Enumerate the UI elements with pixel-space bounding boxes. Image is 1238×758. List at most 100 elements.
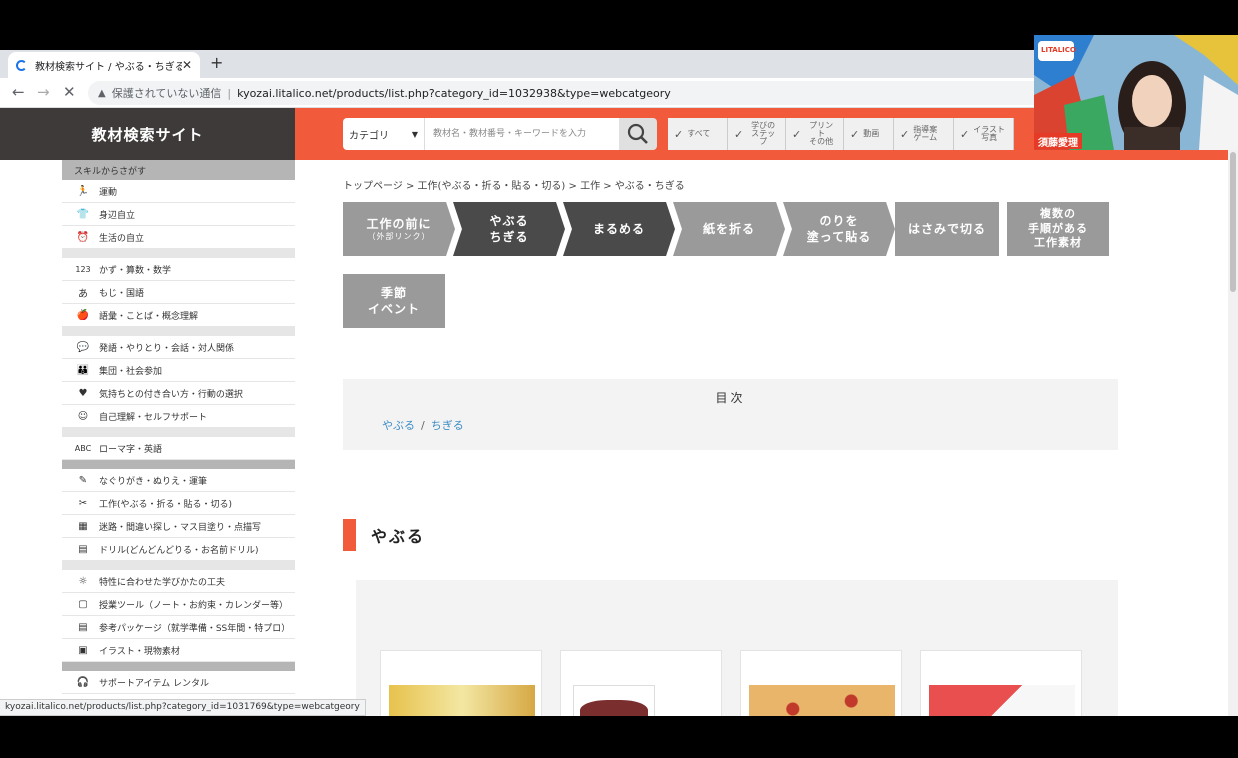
stop-loading-icon[interactable]: ✕	[63, 83, 76, 101]
breadcrumb[interactable]: トップページ > 工作(やぶる・折る・貼る・切る) > 工作 > やぶる・ちぎる	[343, 177, 685, 192]
category-icon: 💬	[76, 341, 90, 353]
step-sublabel: ちぎる	[489, 230, 529, 244]
step-button[interactable]: 工作の前に （外部リンク）	[343, 202, 455, 256]
sidebar-item[interactable]: ABC ローマ字・英語	[62, 437, 295, 460]
card-thumbnail	[929, 685, 1075, 716]
sidebar-item-label: 参考パッケージ（就学準備・SS年間・特プロ）	[99, 623, 291, 634]
sidebar-item-label: もじ・国語	[99, 288, 145, 299]
site-logo[interactable]: 教材検索サイト	[0, 108, 295, 160]
filter-option[interactable]: ✓ 動画	[844, 118, 894, 150]
sidebar-divider	[62, 460, 295, 469]
sidebar-divider	[62, 327, 295, 336]
sidebar-item[interactable]: ▣ イラスト・現物素材	[62, 639, 295, 662]
category-select-label: カテゴリ	[349, 130, 389, 142]
sidebar-item[interactable]: ✎ なぐりがき・ぬりえ・運筆	[62, 469, 295, 492]
filter-label: イラスト 写真	[973, 125, 1006, 142]
category-icon: ✎	[78, 474, 88, 486]
card-thumbnail	[389, 685, 535, 716]
sidebar-item[interactable]: あもじ・国語	[62, 281, 295, 304]
sidebar-item[interactable]: 💬 発語・やりとり・会話・対人関係	[62, 336, 295, 359]
search-button[interactable]	[619, 118, 657, 150]
category-icon: ▢	[78, 598, 88, 610]
tab-close-icon[interactable]: ✕	[182, 58, 192, 72]
step-label: のりを	[819, 213, 859, 228]
sidebar-item[interactable]: ▤ ドリル(どんどんどりる・お名前ドリル)	[62, 538, 295, 561]
search-input[interactable]	[425, 118, 619, 150]
sidebar-item-label: 自己理解・セルフサポート	[99, 412, 208, 423]
sidebar-item-label: ドリル(どんどんどりる・お名前ドリル)	[99, 545, 259, 556]
sidebar-item[interactable]: ⏰ 生活の自立	[62, 226, 295, 249]
scrollbar-thumb[interactable]	[1230, 152, 1236, 292]
forward-arrow-icon[interactable]: →	[37, 83, 50, 101]
filter-bar: ✓ すべて ✓ 学びの ステップ ✓ プリント その他 ✓ 動画 ✓ 指導案 ゲーム ✓ イラスト 写…	[668, 118, 1014, 150]
step-button[interactable]: まるめる	[563, 202, 675, 256]
sidebar-item-label: 特性に合わせた学びかたの工夫	[99, 577, 226, 588]
check-icon: ✓	[960, 127, 970, 141]
browser-tab[interactable]: 教材検索サイト / やぶる・ちぎる ✕	[8, 52, 200, 78]
webcam-logo: LITALICO	[1041, 46, 1076, 54]
sidebar-divider	[62, 428, 295, 437]
step-button[interactable]: 複数の 手順がある 工作素材	[1007, 202, 1109, 256]
sidebar-item[interactable]: ☺ 自己理解・セルフサポート	[62, 405, 295, 428]
step-button[interactable]: やぶる ちぎる	[453, 202, 565, 256]
material-card[interactable]	[920, 650, 1082, 716]
sidebar-item[interactable]: 👕 身辺自立	[62, 203, 295, 226]
tab-title: 教材検索サイト / やぶる・ちぎる	[35, 61, 182, 73]
sidebar-item-label: サポートアイテム レンタル	[99, 678, 209, 689]
filter-label: 学びの ステップ	[751, 121, 776, 146]
website: 教材検索サイト カテゴリ ▼ ✓すべて✓学びの ステップ✓プリント その他✓動画…	[0, 108, 1228, 716]
new-tab-icon[interactable]: +	[210, 53, 223, 72]
scrollbar[interactable]	[1228, 150, 1238, 716]
sidebar-item-label: 運動	[99, 187, 118, 198]
sidebar-item[interactable]: 🏃 運動	[62, 180, 295, 203]
sidebar-item[interactable]: ♥ 気持ちとの付き合い方・行動の選択	[62, 382, 295, 405]
material-card[interactable]	[380, 650, 542, 716]
category-select[interactable]: カテゴリ ▼	[343, 118, 425, 150]
sidebar-item[interactable]: 🎧 サポートアイテム レンタル	[62, 671, 295, 694]
sidebar-header: スキルからさがす	[62, 160, 295, 180]
check-icon: ✓	[850, 127, 860, 141]
step-button[interactable]: のりを 塗って貼る	[783, 202, 895, 256]
filter-option[interactable]: ✓ すべて	[668, 118, 728, 150]
sidebar-item-label: イラスト・現物素材	[99, 646, 180, 657]
step-button[interactable]: 紙を折る	[673, 202, 785, 256]
toc-link-yaburu[interactable]: やぶる	[382, 419, 415, 432]
sidebar-item[interactable]: ▢ 授業ツール（ノート・お約束・カレンダー等）	[62, 593, 295, 616]
sidebar-divider	[62, 561, 295, 570]
sidebar-item-label: 発語・やりとり・会話・対人関係	[99, 343, 235, 354]
sidebar-item[interactable]: ▤ 参考パッケージ（就学準備・SS年間・特プロ）	[62, 616, 295, 639]
sidebar-item-label: 迷路・間違い探し・マス目塗り・点描写	[99, 522, 262, 533]
step-button[interactable]: はさみで切る	[895, 202, 999, 256]
filter-option[interactable]: ✓ 指導案 ゲーム	[894, 118, 954, 150]
filter-option[interactable]: ✓ イラスト 写真	[954, 118, 1014, 150]
step-label: 季節	[380, 285, 407, 300]
filter-option[interactable]: ✓ 学びの ステップ	[728, 118, 786, 150]
material-card[interactable]	[560, 650, 722, 716]
toc-link-chigiru[interactable]: ちぎる	[431, 419, 464, 432]
card-area	[356, 580, 1118, 716]
sidebar-item-label: ローマ字・英語	[99, 444, 163, 455]
step-label: やぶる	[489, 213, 529, 228]
sidebar-item[interactable]: ✂ 工作(やぶる・折る・貼る・切る)	[62, 492, 295, 515]
security-text: 保護されていない通信	[111, 87, 222, 100]
sidebar-item[interactable]: ▦ 迷路・間違い探し・マス目塗り・点描写	[62, 515, 295, 538]
sidebar-item-label: 語彙・ことば・概念理解	[99, 311, 199, 322]
category-icon: 123	[75, 264, 91, 274]
step-button[interactable]: 季節 イベント	[343, 274, 445, 328]
sidebar-item[interactable]: 🍎 語彙・ことば・概念理解	[62, 304, 295, 327]
step-label: まるめる	[592, 221, 645, 236]
category-icon: ▣	[78, 644, 88, 656]
category-icon: ♥	[78, 387, 88, 399]
category-icon: 🍎	[76, 309, 90, 321]
sidebar-divider	[62, 249, 295, 258]
section-title: やぶる	[371, 527, 426, 546]
toc-separator: /	[421, 419, 425, 432]
sidebar-item[interactable]: 👪 集団・社会参加	[62, 359, 295, 382]
material-card[interactable]	[740, 650, 902, 716]
sidebar-item[interactable]: ☼ 特性に合わせた学びかたの工夫	[62, 570, 295, 593]
filter-option[interactable]: ✓ プリント その他	[786, 118, 844, 150]
category-icon: ABC	[74, 443, 92, 453]
sidebar-item[interactable]: 123 かず・算数・数学	[62, 258, 295, 281]
category-icon: 👪	[76, 364, 90, 376]
back-arrow-icon[interactable]: ←	[12, 83, 25, 101]
